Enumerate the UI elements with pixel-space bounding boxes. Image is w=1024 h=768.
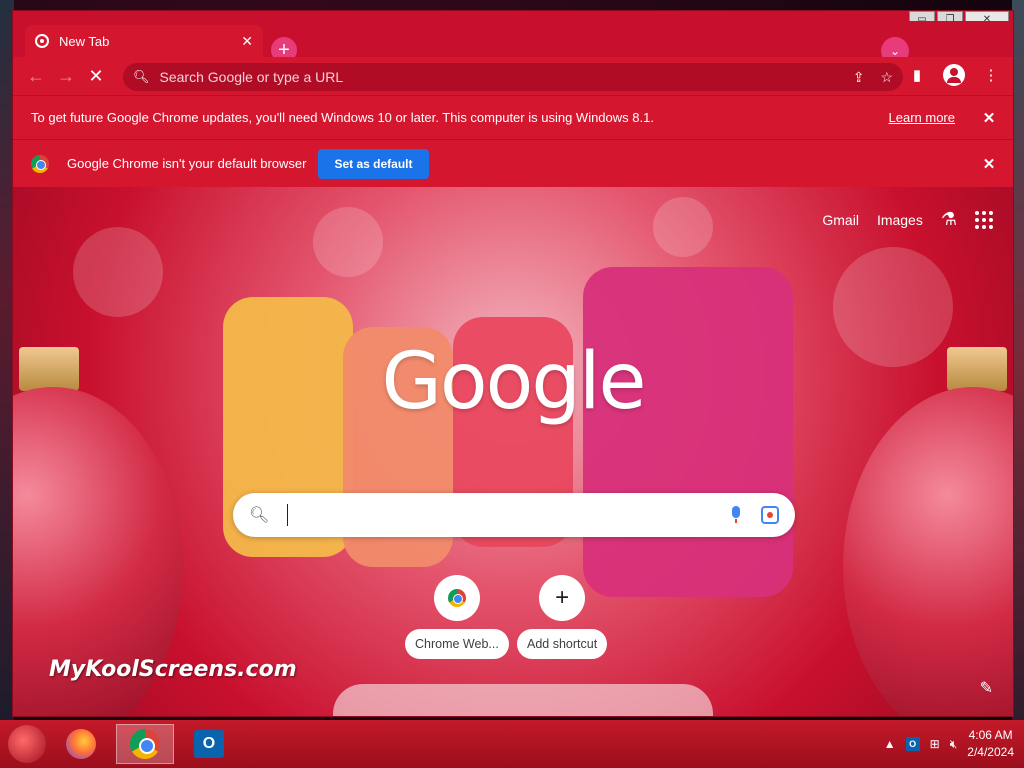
profile-avatar[interactable] bbox=[943, 64, 965, 86]
bokeh-decoration bbox=[653, 197, 713, 257]
omnibox-placeholder: Search Google or type a URL bbox=[159, 69, 344, 85]
default-browser-text: Google Chrome isn't your default browser bbox=[67, 156, 307, 171]
taskbar-clock[interactable]: 4:06 AM 2/4/2024 bbox=[967, 727, 1014, 761]
update-infobar: To get future Google Chrome updates, you… bbox=[13, 95, 1013, 139]
forward-button[interactable]: → bbox=[51, 61, 81, 91]
taskbar-outlook[interactable]: O bbox=[180, 724, 238, 764]
taskbar-chrome[interactable] bbox=[116, 724, 174, 764]
clock-time: 4:06 AM bbox=[968, 728, 1013, 742]
new-tab-page: Gmail Images ⚗ Google 🔍︎ Chrome Web... + bbox=[13, 187, 1013, 716]
search-icon: 🔍︎ bbox=[249, 507, 270, 524]
share-icon[interactable]: ⇪ bbox=[853, 69, 865, 86]
default-browser-close-icon[interactable]: ✕ bbox=[975, 155, 1003, 173]
shortcut-add[interactable]: + Add shortcut bbox=[517, 575, 608, 659]
update-infobar-close-icon[interactable]: ✕ bbox=[975, 109, 1003, 127]
system-tray: ▲ O ⊞ 🔇︎ 4:06 AM 2/4/2024 bbox=[884, 720, 1014, 768]
chrome-window: ▭ ❐ ✕ New Tab ✕ + ⌄ ← → ✕ 🔍︎ Search Goog… bbox=[12, 10, 1014, 717]
network-icon[interactable]: ⊞ bbox=[930, 737, 940, 751]
google-logo: Google bbox=[381, 337, 646, 427]
images-link[interactable]: Images bbox=[877, 212, 923, 228]
customize-pencil-icon[interactable]: ✎ bbox=[980, 678, 993, 698]
shortcut-label: Chrome Web... bbox=[405, 629, 509, 659]
clock-date: 2/4/2024 bbox=[967, 745, 1014, 759]
shortcut-label: Add shortcut bbox=[517, 629, 608, 659]
apps-grid-icon[interactable] bbox=[975, 210, 993, 229]
google-lens-camera-icon[interactable] bbox=[761, 506, 779, 524]
search-input[interactable] bbox=[287, 504, 729, 526]
chrome-favicon-icon bbox=[35, 34, 49, 48]
tab-new-tab[interactable]: New Tab ✕ bbox=[25, 25, 263, 57]
letter-w-pink bbox=[583, 267, 793, 597]
windows-taskbar: O ▲ O ⊞ 🔇︎ 4:06 AM 2/4/2024 bbox=[0, 720, 1024, 768]
learn-more-link[interactable]: Learn more bbox=[889, 110, 955, 125]
volume-muted-icon[interactable]: 🔇︎ bbox=[950, 737, 958, 752]
ntp-top-links: Gmail Images ⚗ bbox=[822, 209, 993, 230]
show-hidden-icons-arrow-icon[interactable]: ▲ bbox=[884, 737, 896, 751]
set-as-default-button[interactable]: Set as default bbox=[318, 148, 429, 179]
shortcut-chrome-web-store[interactable]: Chrome Web... bbox=[405, 575, 509, 659]
bookmark-star-icon[interactable]: ☆ bbox=[880, 69, 893, 86]
mykoolscreens-watermark: MyKoolScreens.com bbox=[49, 657, 297, 682]
back-button[interactable]: ← bbox=[21, 61, 51, 91]
menu-kebab-icon[interactable]: ⋮ bbox=[979, 63, 1003, 87]
taskbar-firefox[interactable] bbox=[52, 724, 110, 764]
stop-loading-button[interactable]: ✕ bbox=[81, 61, 111, 91]
toolbar: ← → ✕ 🔍︎ Search Google or type a URL ⇪ ☆… bbox=[13, 57, 1013, 95]
tab-strip: New Tab ✕ + ⌄ bbox=[13, 21, 1013, 65]
side-panel-icon[interactable]: ▮ bbox=[905, 63, 929, 87]
chrome-web-store-icon bbox=[433, 575, 480, 621]
year-letters-artwork bbox=[333, 684, 713, 716]
toolbar-actions: ▮ ⋮ bbox=[905, 63, 1003, 87]
omnibox[interactable]: 🔍︎ Search Google or type a URL ⇪ ☆ bbox=[123, 63, 903, 91]
update-infobar-text: To get future Google Chrome updates, you… bbox=[31, 110, 654, 125]
ornament-right bbox=[843, 387, 1013, 716]
search-icon: 🔍︎ bbox=[133, 69, 150, 84]
start-button-ornament-icon[interactable] bbox=[8, 725, 46, 763]
gmail-link[interactable]: Gmail bbox=[822, 212, 859, 228]
voice-search-mic-icon[interactable] bbox=[729, 506, 743, 524]
firefox-icon bbox=[66, 729, 96, 759]
outlook-tray-icon[interactable]: O bbox=[905, 737, 920, 751]
outlook-icon: O bbox=[194, 730, 224, 758]
bokeh-decoration bbox=[73, 227, 163, 317]
ntp-search-box[interactable]: 🔍︎ bbox=[233, 493, 795, 537]
labs-flask-icon[interactable]: ⚗ bbox=[941, 209, 957, 230]
plus-icon: + bbox=[539, 575, 586, 621]
chrome-icon bbox=[130, 729, 160, 759]
chrome-logo-icon bbox=[31, 154, 49, 173]
tab-title: New Tab bbox=[59, 33, 110, 49]
default-browser-infobar: Google Chrome isn't your default browser… bbox=[13, 139, 1013, 187]
tab-close-icon[interactable]: ✕ bbox=[241, 33, 253, 50]
new-year-letters-artwork bbox=[223, 267, 823, 627]
